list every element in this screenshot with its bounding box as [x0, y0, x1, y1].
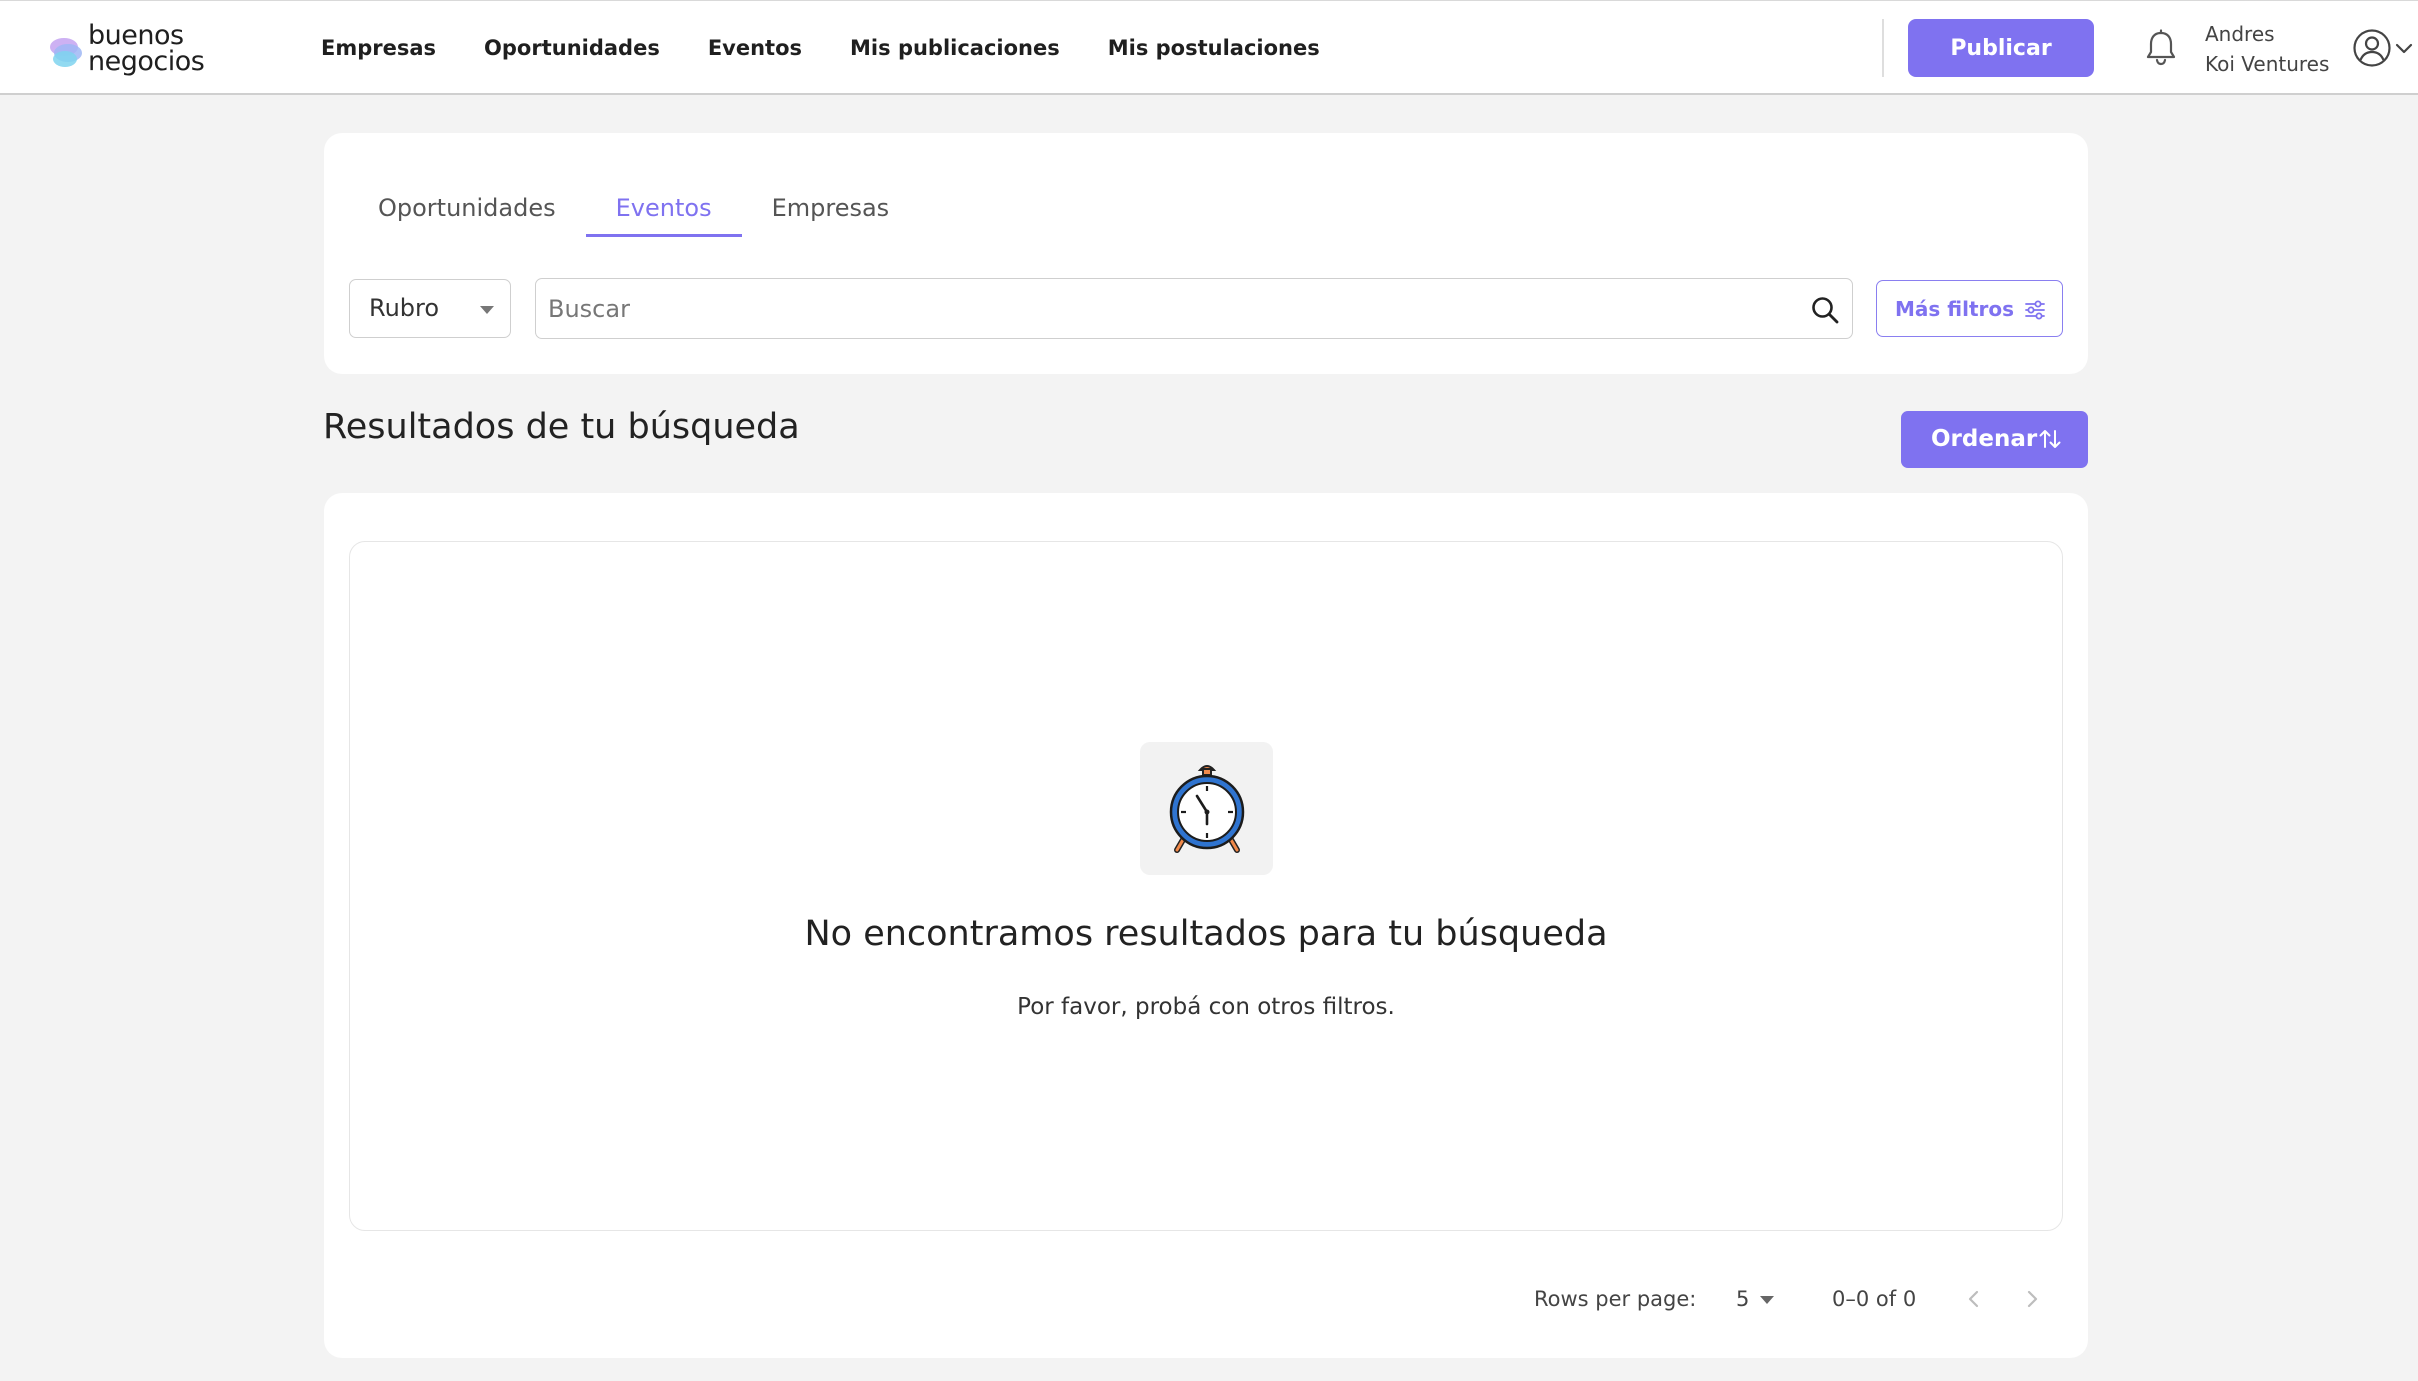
user-circle-icon[interactable] — [2352, 28, 2392, 68]
search-icon[interactable] — [1810, 295, 1840, 325]
search-input[interactable] — [548, 289, 1778, 329]
main-nav: Empresas Oportunidades Eventos Mis publi… — [321, 1, 1368, 94]
brand-wordmark: buenos negocios — [88, 22, 205, 77]
tab-oportunidades[interactable]: Oportunidades — [348, 185, 586, 237]
chevron-left-icon[interactable] — [1960, 1285, 1988, 1313]
more-filters-button[interactable]: Más filtros — [1876, 280, 2063, 337]
user-company: Koi Ventures — [2205, 52, 2330, 76]
order-button[interactable]: Ordenar — [1901, 411, 2088, 468]
alarm-clock-icon — [1169, 765, 1245, 853]
nav-item-empresas[interactable]: Empresas — [321, 36, 436, 60]
category-select-value: Rubro — [369, 294, 440, 322]
brand-wordmark-line-2: negocios — [88, 46, 205, 77]
nav-divider — [1882, 19, 1884, 77]
bell-icon[interactable] — [2144, 29, 2178, 67]
chevron-down-icon[interactable] — [2393, 40, 2415, 56]
empty-state-icon-tile — [1140, 742, 1273, 875]
user-info[interactable]: Andres Koi Ventures — [2205, 19, 2329, 79]
more-filters-label: Más filtros — [1895, 297, 2015, 321]
nav-item-eventos[interactable]: Eventos — [708, 36, 802, 60]
caret-down-icon — [480, 306, 494, 314]
sliders-icon — [2025, 300, 2045, 320]
nav-item-mis-publicaciones[interactable]: Mis publicaciones — [850, 36, 1060, 60]
rows-per-page-select[interactable]: 5 — [1736, 1283, 1796, 1315]
rows-per-page-label: Rows per page: — [1534, 1287, 1697, 1311]
pagination-range: 0–0 of 0 — [1832, 1287, 1917, 1311]
top-navigation-bar: buenos negocios Empresas Oportunidades E… — [0, 0, 2418, 95]
publish-button[interactable]: Publicar — [1908, 19, 2094, 77]
search-tabs: Oportunidades Eventos Empresas — [348, 185, 919, 237]
empty-state-title: No encontramos resultados para tu búsque… — [804, 914, 1608, 954]
brand-logo-mark-icon — [50, 38, 82, 67]
rows-per-page-value: 5 — [1736, 1287, 1750, 1311]
results-card: No encontramos resultados para tu búsque… — [324, 493, 2088, 1358]
brand-logo[interactable]: buenos negocios — [48, 22, 228, 77]
empty-state-subtitle: Por favor, probá con otros filtros. — [1017, 994, 1395, 1020]
order-button-label: Ordenar — [1931, 426, 2038, 452]
sort-arrows-icon — [2039, 430, 2061, 448]
search-filter-card: Oportunidades Eventos Empresas Rubro Más… — [324, 133, 2088, 374]
caret-down-icon — [1760, 1296, 1774, 1304]
tab-empresas[interactable]: Empresas — [742, 185, 920, 237]
category-select[interactable]: Rubro — [349, 279, 511, 338]
tab-eventos[interactable]: Eventos — [585, 185, 742, 237]
nav-item-oportunidades[interactable]: Oportunidades — [484, 36, 660, 60]
empty-state: No encontramos resultados para tu búsque… — [349, 541, 2063, 1231]
nav-item-mis-postulaciones[interactable]: Mis postulaciones — [1108, 36, 1320, 60]
results-title: Resultados de tu búsqueda — [323, 407, 800, 447]
search-field — [535, 278, 1853, 339]
user-name: Andres — [2205, 22, 2275, 46]
chevron-right-icon[interactable] — [2018, 1285, 2046, 1313]
table-pagination: Rows per page: 5 0–0 of 0 — [324, 1273, 2088, 1323]
